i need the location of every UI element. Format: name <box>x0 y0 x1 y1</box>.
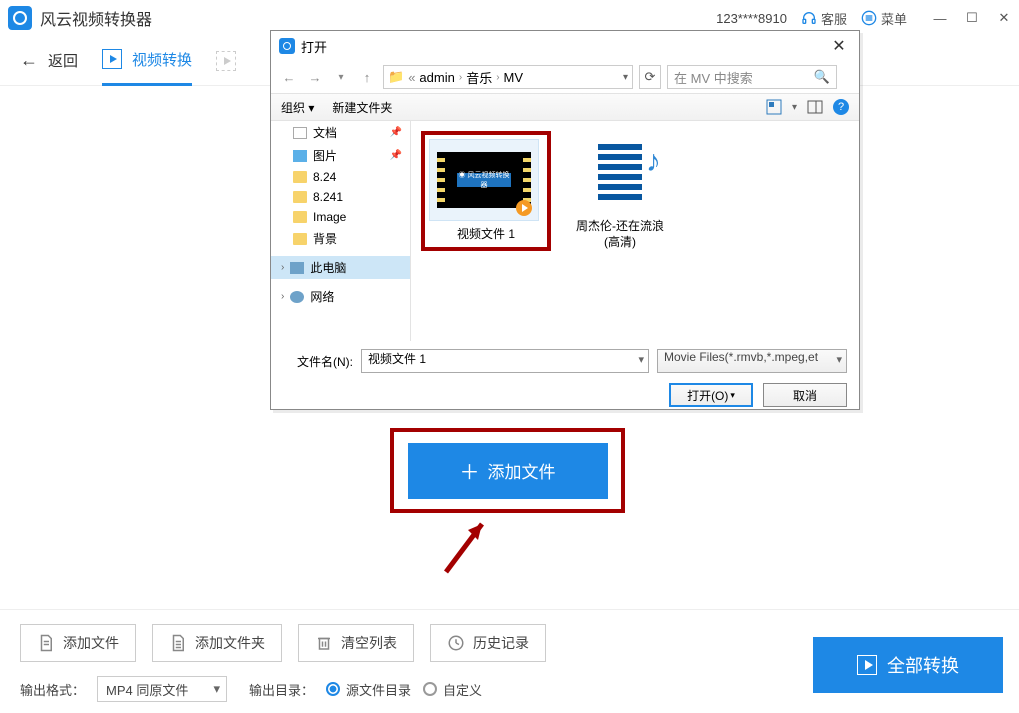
tab-label: 视频转换 <box>132 49 192 70</box>
clock-icon <box>447 634 465 652</box>
filter-value: Movie Files(*.rmvb,*.mpeg,et <box>664 350 818 364</box>
view-mode-button[interactable] <box>766 99 782 115</box>
radio-source-dir[interactable]: 源文件目录 <box>326 680 411 699</box>
filename-label: 文件名(N): <box>283 353 353 370</box>
back-button[interactable]: ← 返回 <box>20 36 78 86</box>
sidebar-item-network[interactable]: ›网络 <box>271 285 410 308</box>
filename-value: 视频文件 1 <box>368 352 426 366</box>
filename-input[interactable]: 视频文件 1 <box>361 349 649 373</box>
out-format-value: MP4 同原文件 <box>106 680 188 699</box>
search-input[interactable]: 在 MV 中搜索 🔍 <box>667 65 837 89</box>
file-icon <box>37 634 55 652</box>
dialog-sidebar: 文档📌 图片📌 8.24 8.241 Image 背景 ›此电脑 ›网络 <box>271 121 411 341</box>
headphone-icon <box>801 10 817 26</box>
refresh-button[interactable]: ⟳ <box>639 65 661 89</box>
app-title: 风云视频转换器 <box>40 6 152 30</box>
file2-caption-l1: 周杰伦-还在流浪 <box>565 219 675 235</box>
radio-source-label: 源文件目录 <box>346 680 411 699</box>
add-file-small-button[interactable]: 添加文件 <box>20 624 136 662</box>
out-format-select[interactable]: MP4 同原文件 <box>97 676 227 702</box>
open-button[interactable]: 打开(O) ▾ <box>669 383 753 407</box>
breadcrumb[interactable]: 📁 « admin › 音乐 › MV ▾ <box>383 65 633 89</box>
nav-forward-button[interactable]: → <box>305 70 325 85</box>
minimize-button[interactable]: — <box>933 11 947 25</box>
back-label: 返回 <box>48 50 78 71</box>
sidebar-item-pics[interactable]: 图片📌 <box>271 144 410 167</box>
trash-icon <box>315 634 333 652</box>
menu-label: 菜单 <box>881 9 907 28</box>
nav-up-button[interactable]: ↑ <box>357 70 377 85</box>
nav-recent-button[interactable]: ▾ <box>331 72 351 83</box>
dialog-title: 打开 <box>301 37 327 56</box>
app-logo-icon <box>8 6 32 30</box>
dialog-close-button[interactable]: ✕ <box>827 36 851 56</box>
sidebar-item-8-24[interactable]: 8.24 <box>271 167 410 187</box>
radio-custom-label: 自定义 <box>443 680 482 699</box>
file2-caption-l2: (高清) <box>565 235 675 251</box>
tab-next[interactable] <box>216 36 236 86</box>
add-file-small-label: 添加文件 <box>63 633 119 653</box>
clear-list-label: 清空列表 <box>341 633 397 653</box>
folder-icon: 📁 <box>388 69 404 85</box>
view-dropdown-button[interactable]: ▾ <box>792 102 797 113</box>
sidebar-item-thispc[interactable]: ›此电脑 <box>271 256 410 279</box>
crumb-mv[interactable]: MV <box>504 70 524 85</box>
add-file-highlight: ＋ 添加文件 <box>390 428 625 513</box>
file-list: ◉ 风云视频转换器 视频文件 1 ♪ 周杰伦-还在流浪 (高清) <box>411 121 859 341</box>
open-file-dialog: 打开 ✕ ← → ▾ ↑ 📁 « admin › 音乐 › MV ▾ ⟳ 在 M… <box>270 30 860 410</box>
search-placeholder: 在 MV 中搜索 <box>674 68 753 87</box>
menu-icon <box>861 10 877 26</box>
history-label: 历史记录 <box>473 633 529 653</box>
help-button[interactable]: ? <box>833 99 849 115</box>
annotation-arrow-2 <box>438 510 498 580</box>
radio-unchecked-icon <box>423 682 437 696</box>
radio-checked-icon <box>326 682 340 696</box>
sidebar-item-bg[interactable]: 背景 <box>271 227 410 250</box>
new-folder-button[interactable]: 新建文件夹 <box>332 99 392 116</box>
menu-button[interactable]: 菜单 <box>861 9 907 28</box>
play-icon <box>857 655 877 675</box>
plus-icon: ＋ <box>460 456 480 485</box>
next-icon <box>216 51 236 71</box>
out-format-label: 输出格式： <box>20 680 85 699</box>
folder-icon <box>169 634 187 652</box>
organize-button[interactable]: 组织 ▾ <box>281 99 314 116</box>
video-play-icon <box>102 49 122 69</box>
convert-all-button[interactable]: 全部转换 <box>813 637 1003 693</box>
sidebar-item-image[interactable]: Image <box>271 207 410 227</box>
close-button[interactable]: ✕ <box>997 11 1011 25</box>
play-overlay-icon <box>516 200 532 216</box>
support-label: 客服 <box>821 9 847 28</box>
dialog-app-icon <box>279 38 295 54</box>
crumb-music[interactable]: 音乐 <box>466 68 492 87</box>
nav-back-button[interactable]: ← <box>279 70 299 85</box>
tab-video-convert[interactable]: 视频转换 <box>102 36 192 86</box>
support-button[interactable]: 客服 <box>801 9 847 28</box>
sidebar-item-8-241[interactable]: 8.241 <box>271 187 410 207</box>
out-dir-label: 输出目录： <box>249 680 314 699</box>
music-thumb-icon: ♪ <box>565 131 675 213</box>
convert-all-label: 全部转换 <box>887 652 959 678</box>
sidebar-item-docs[interactable]: 文档📌 <box>271 121 410 144</box>
maximize-button[interactable]: ☐ <box>965 11 979 25</box>
search-icon: 🔍 <box>814 69 830 85</box>
video-thumb-icon: ◉ 风云视频转换器 <box>429 139 539 221</box>
file-item-video2[interactable]: ♪ 周杰伦-还在流浪 (高清) <box>565 131 675 250</box>
clear-list-button[interactable]: 清空列表 <box>298 624 414 662</box>
file-filter-select[interactable]: Movie Files(*.rmvb,*.mpeg,et <box>657 349 847 373</box>
radio-custom-dir[interactable]: 自定义 <box>423 680 482 699</box>
add-folder-button[interactable]: 添加文件夹 <box>152 624 282 662</box>
crumb-admin[interactable]: admin <box>419 70 454 85</box>
cancel-button[interactable]: 取消 <box>763 383 847 407</box>
add-file-label: 添加文件 <box>488 458 556 483</box>
file1-caption: 视频文件 1 <box>429 227 543 243</box>
arrow-left-icon: ← <box>20 50 38 71</box>
history-button[interactable]: 历史记录 <box>430 624 546 662</box>
bottom-bar: 添加文件 添加文件夹 清空列表 历史记录 输出格式： MP4 同原文件 输出目录… <box>0 609 1019 713</box>
add-file-button[interactable]: ＋ 添加文件 <box>408 443 608 499</box>
account-phone: 123****8910 <box>716 11 787 26</box>
file-item-video1[interactable]: ◉ 风云视频转换器 视频文件 1 <box>421 131 551 251</box>
add-folder-label: 添加文件夹 <box>195 633 265 653</box>
preview-pane-button[interactable] <box>807 99 823 115</box>
